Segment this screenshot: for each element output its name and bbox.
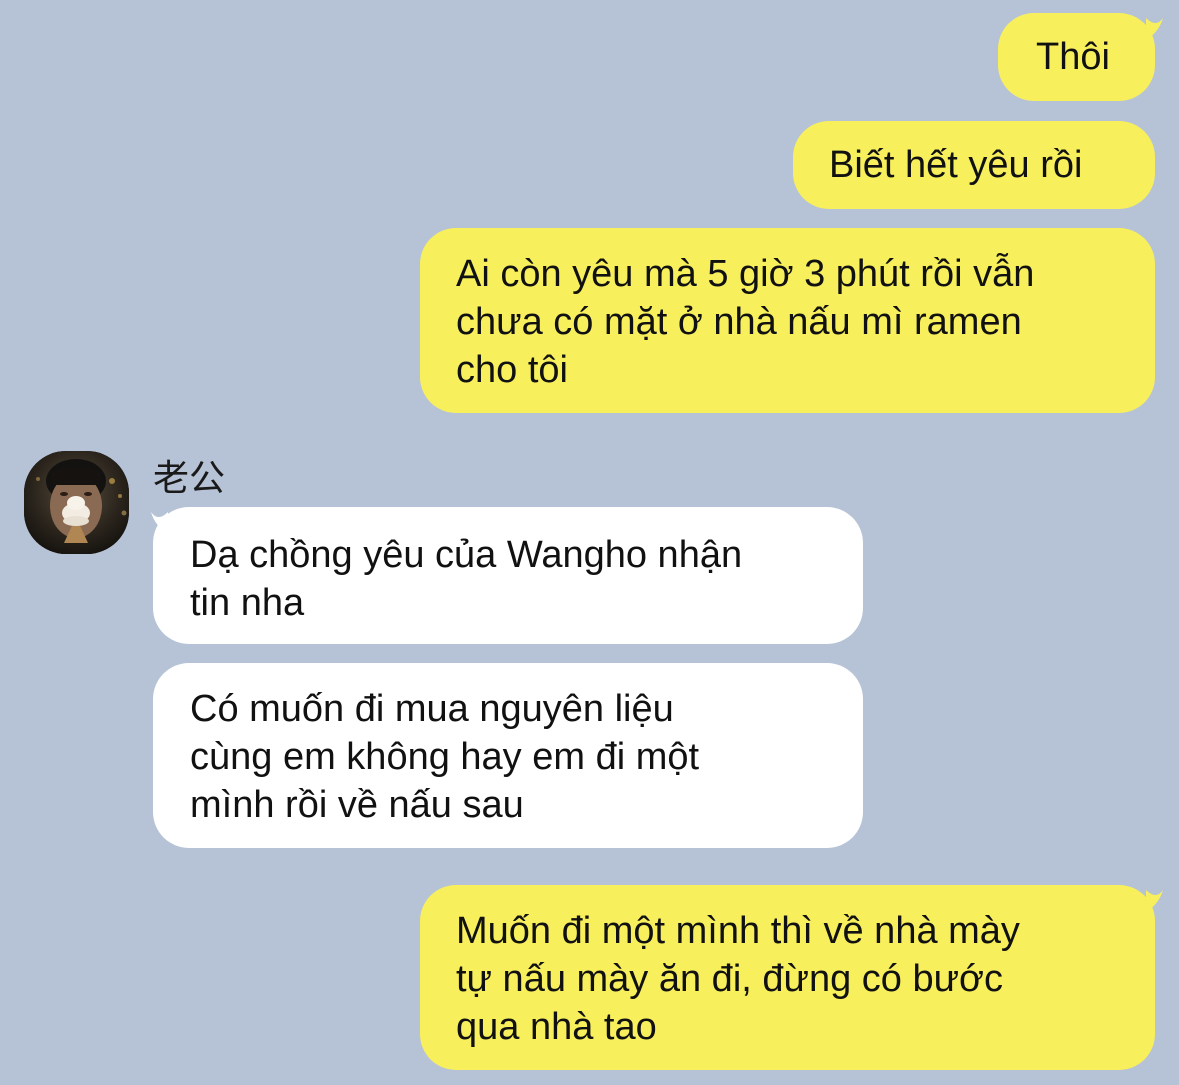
avatar-photo-icon <box>24 451 129 554</box>
bubble-tail-icon <box>1146 18 1163 40</box>
outgoing-message[interactable]: Biết hết yêu rồi <box>793 121 1155 209</box>
contact-avatar[interactable] <box>24 451 129 554</box>
chat-view: Thôi Biết hết yêu rồi Ai còn yêu mà 5 gi… <box>0 0 1179 1085</box>
incoming-message[interactable]: Dạ chồng yêu của Wangho nhận tin nha <box>153 507 863 644</box>
outgoing-message[interactable]: Thôi <box>998 13 1155 101</box>
outgoing-message[interactable]: Ai còn yêu mà 5 giờ 3 phút rồi vẫn chưa … <box>420 228 1155 413</box>
outgoing-message[interactable]: Muốn đi một mình thì về nhà mày tự nấu m… <box>420 885 1155 1070</box>
incoming-message[interactable]: Có muốn đi mua nguyên liệu cùng em không… <box>153 663 863 848</box>
bubble-tail-icon <box>1146 890 1163 912</box>
sender-name: 老公 <box>153 458 226 499</box>
